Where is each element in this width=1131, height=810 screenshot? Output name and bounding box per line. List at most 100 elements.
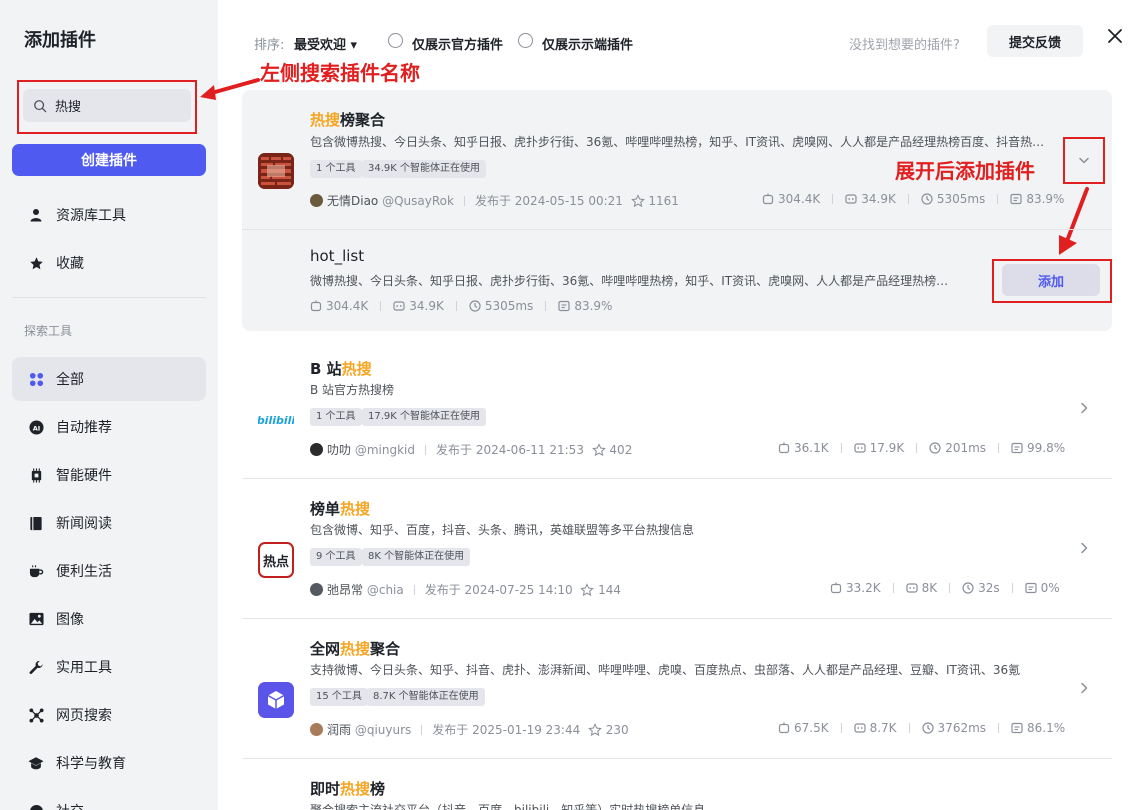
sidebar-item-label: 智能硬件 [56, 468, 112, 484]
bot-count: 17.9K [869, 441, 905, 455]
success-icon [1011, 722, 1023, 734]
plugin-stats: 67.5K 8.7K 3762ms 86.1% [778, 721, 1065, 735]
official-only-label[interactable]: 仅展示官方插件 [412, 34, 503, 53]
plugin-meta: 无情Diao @QusayRok 发布于 2024-05-15 00:21 11… [310, 192, 679, 209]
close-icon[interactable] [1106, 27, 1124, 45]
client-only-label[interactable]: 仅展示示端插件 [542, 34, 633, 53]
calls-count: 33.2K [846, 581, 881, 595]
graduation-icon [28, 755, 44, 771]
create-plugin-button[interactable]: 创建插件 [12, 144, 206, 176]
search-icon [34, 99, 47, 112]
author-name[interactable]: 润雨 [327, 721, 351, 738]
success-rate: 99.8% [1027, 441, 1066, 455]
plugin-title: 榜单热搜 [310, 500, 371, 518]
plugin-logo: bilibili [258, 402, 294, 438]
sidebar-item-science-education[interactable]: 科学与教育 [12, 741, 206, 785]
chip-icon [28, 467, 44, 483]
bot-icon [393, 301, 405, 311]
sidebar-item-life[interactable]: 便利生活 [12, 549, 206, 593]
add-tool-button[interactable]: 添加 [1002, 264, 1100, 296]
clock-icon [962, 582, 974, 594]
latency: 32s [978, 581, 1000, 595]
chevron-right-icon[interactable] [1077, 541, 1091, 555]
sidebar-item-label: 图像 [56, 612, 84, 628]
publish-date: 发布于 2025-01-19 23:44 [432, 723, 581, 737]
latency: 5305ms [484, 299, 534, 313]
annotation-add-text: 展开后添加插件 [895, 159, 1035, 183]
publish-date: 发布于 2024-05-15 00:21 [474, 194, 623, 208]
chevron-right-icon[interactable] [1077, 681, 1091, 695]
sidebar-item-image[interactable]: 图像 [12, 597, 206, 641]
official-only-radio[interactable] [388, 33, 403, 48]
bot-icon [845, 194, 857, 204]
bot-count: 8.7K [869, 721, 897, 735]
sidebar-item-news[interactable]: 新闻阅读 [12, 501, 206, 545]
avatar [310, 723, 323, 736]
chevron-right-icon[interactable] [1077, 401, 1091, 415]
author-name[interactable]: 无情Diao [327, 192, 378, 209]
cup-icon [28, 563, 44, 579]
client-only-radio[interactable] [518, 33, 533, 48]
sidebar-item-social[interactable]: 社交 [12, 789, 206, 810]
calls-icon [830, 582, 842, 594]
sidebar-item-label: 收藏 [56, 256, 84, 272]
hint-text: 没找到想要的插件? [849, 38, 960, 53]
latency: 5305ms [936, 192, 986, 206]
star-outline-icon [591, 442, 606, 456]
sidebar-item-utilities[interactable]: 实用工具 [12, 645, 206, 689]
sidebar-item-library-tools[interactable]: 资源库工具 [12, 193, 206, 237]
tool-count-tag: 9 个工具 [310, 548, 362, 566]
bot-icon [853, 723, 866, 733]
star-count: 402 [609, 442, 633, 457]
sidebar-item-label: 自动推荐 [56, 420, 112, 436]
latency: 3762ms [937, 721, 987, 735]
sidebar-divider [12, 297, 206, 298]
sidebar-item-label: 全部 [56, 372, 84, 388]
author-handle: @mingkid [354, 442, 415, 457]
sidebar-item-favorites[interactable]: 收藏 [12, 241, 206, 285]
plugin-stats: 36.1K 17.9K 201ms 99.8% [778, 441, 1065, 455]
author-name[interactable]: 弛昂常 [327, 581, 363, 598]
calls-count: 67.5K [794, 721, 829, 735]
chevron-up-icon[interactable] [1077, 153, 1091, 167]
sidebar-item-smart-hardware[interactable]: 智能硬件 [12, 453, 206, 497]
ai-icon: AI [28, 419, 44, 435]
tool-divider [242, 229, 1112, 230]
usage-count-tag: 8K 个智能体正在使用 [362, 548, 471, 566]
feedback-button[interactable]: 提交反馈 [987, 25, 1083, 57]
plugin-description: 支持微博、今日头条、知乎、抖音、虎扑、澎湃新闻、哔哩哔哩、虎嗅、百度热点、虫部落… [310, 663, 1021, 677]
author-name[interactable]: 叻叻 [327, 441, 351, 458]
sort-dropdown[interactable]: 最受欢迎 ▾ [294, 34, 357, 53]
sidebar-section-label: 探索工具 [24, 324, 73, 338]
search-field[interactable] [23, 89, 191, 122]
plugin-logo: 热点 [258, 542, 294, 578]
sidebar-item-all[interactable]: 全部 [12, 357, 206, 401]
tool-name: hot_list [310, 247, 365, 265]
plugin-description: 包含微博热搜、今日头条、知乎日报、虎扑步行街、36氪、哔哩哔哩热榜，知乎、IT资… [310, 135, 1045, 149]
bilibili-logo-icon: bilibili [258, 413, 294, 427]
success-icon [1025, 582, 1037, 594]
star-icon [28, 255, 44, 271]
plugin-title: B 站热搜 [310, 360, 372, 378]
annotation-search-text: 左侧搜索插件名称 [260, 61, 420, 85]
hot-point-logo-icon: 热点 [262, 554, 289, 570]
cube-logo-icon [267, 691, 285, 709]
sidebar-item-web-search[interactable]: 网页搜索 [12, 693, 206, 737]
tool-count-tag: 1 个工具 [310, 408, 362, 426]
svg-text:AI: AI [32, 424, 40, 432]
star-count: 144 [598, 582, 622, 597]
success-rate: 83.9% [574, 299, 613, 313]
clock-icon [921, 193, 933, 205]
plugin-title: 热搜榜聚合 [310, 111, 386, 129]
star-outline-icon [580, 582, 595, 596]
card-divider [242, 618, 1112, 619]
sidebar-item-auto-recommend[interactable]: AI 自动推荐 [12, 405, 206, 449]
avatar [310, 583, 323, 596]
bot-count: 34.9K [409, 299, 444, 313]
tool-count-tag: 15 个工具 [310, 688, 368, 706]
bot-count: 8K [921, 581, 938, 595]
publish-date: 发布于 2024-07-25 14:10 [424, 583, 573, 597]
search-input[interactable] [55, 98, 185, 113]
plugin-title: 即时热搜榜 [310, 780, 386, 798]
usage-count-tag: 34.9K 个智能体正在使用 [362, 160, 487, 178]
